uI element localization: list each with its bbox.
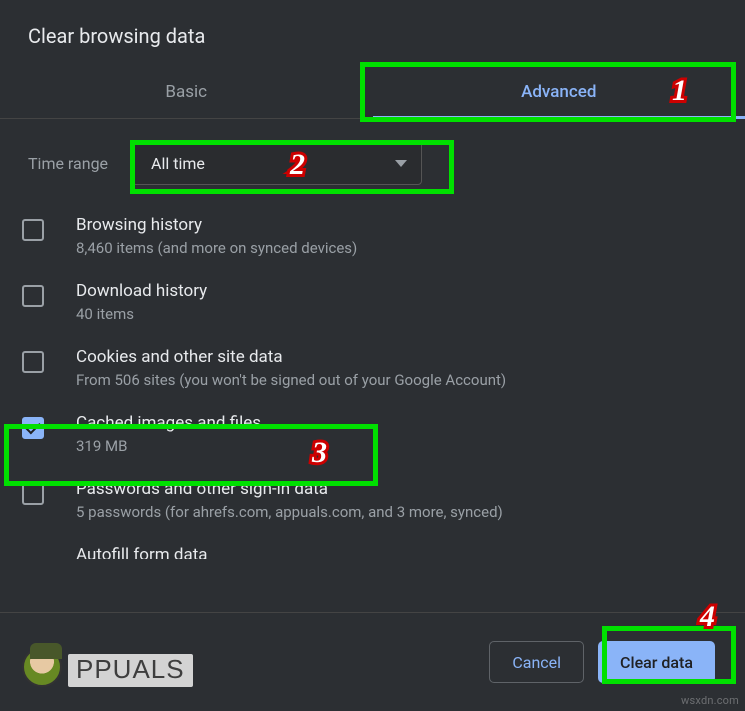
brand-text: PPUALS	[68, 654, 193, 687]
option-subtitle: From 506 sites (you won't be signed out …	[76, 371, 506, 389]
option-title: Cookies and other site data	[76, 347, 506, 367]
checkbox-passwords[interactable]	[22, 483, 44, 505]
option-cookies: Cookies and other site data From 506 sit…	[22, 335, 731, 401]
clear-data-button-label: Clear data	[620, 653, 693, 672]
option-subtitle: 40 items	[76, 305, 207, 323]
tab-advanced-label: Advanced	[521, 82, 596, 102]
clear-data-button[interactable]: Clear data	[598, 641, 715, 683]
clear-browsing-data-dialog: Clear browsing data Basic Advanced Time …	[0, 0, 745, 711]
checkbox-cached-images[interactable]	[22, 417, 44, 439]
watermark: wsxdn.com	[681, 694, 739, 707]
option-title: Download history	[76, 281, 207, 301]
time-range-row: Time range All time	[0, 119, 745, 203]
option-title: Passwords and other sign-in data	[76, 479, 503, 499]
brand-avatar-icon	[22, 647, 62, 687]
option-passwords: Passwords and other sign-in data 5 passw…	[22, 467, 731, 533]
option-browsing-history: Browsing history 8,460 items (and more o…	[22, 203, 731, 269]
tab-bar: Basic Advanced	[0, 64, 745, 119]
brand-logo: PPUALS	[22, 647, 193, 687]
dialog-content: Time range All time Browsing history 8,4…	[0, 119, 745, 612]
tab-basic-label: Basic	[165, 82, 207, 102]
option-subtitle: 5 passwords (for ahrefs.com, appuals.com…	[76, 503, 503, 521]
option-title: Browsing history	[76, 215, 357, 235]
option-cached-images: Cached images and files 319 MB	[22, 401, 731, 467]
option-subtitle: 8,460 items (and more on synced devices)	[76, 239, 357, 257]
option-title: Cached images and files	[76, 413, 261, 433]
option-autofill: Autofill form data	[22, 533, 731, 559]
tab-basic[interactable]: Basic	[0, 64, 373, 118]
tab-advanced[interactable]: Advanced	[373, 64, 745, 118]
cancel-button-label: Cancel	[512, 653, 561, 672]
option-download-history: Download history 40 items	[22, 269, 731, 335]
checkbox-download-history[interactable]	[22, 285, 44, 307]
checkbox-browsing-history[interactable]	[22, 219, 44, 241]
cancel-button[interactable]: Cancel	[489, 641, 584, 683]
time-range-label: Time range	[28, 154, 108, 173]
dialog-title: Clear browsing data	[0, 0, 745, 64]
time-range-select[interactable]: All time	[132, 141, 422, 185]
time-range-value: All time	[151, 154, 205, 173]
checkbox-cookies[interactable]	[22, 351, 44, 373]
options-list: Browsing history 8,460 items (and more o…	[0, 203, 745, 559]
option-subtitle: 319 MB	[76, 437, 261, 455]
chevron-down-icon	[395, 160, 407, 167]
option-title: Autofill form data	[76, 545, 208, 559]
